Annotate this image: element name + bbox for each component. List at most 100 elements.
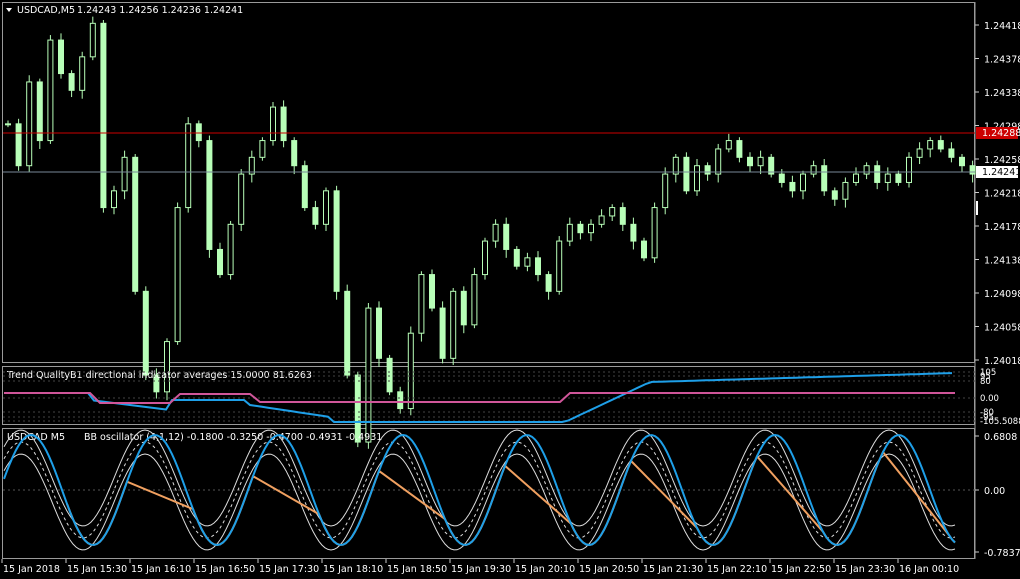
time-tick-label: 15 Jan 22:10 (707, 564, 767, 575)
price-tick-label: 1.24058 (984, 323, 1020, 334)
bb-tick-label: -0.7837 (984, 548, 1020, 559)
candle-body (492, 223, 499, 242)
candle-body (111, 190, 117, 209)
time-tick-label: 15 Jan 23:30 (835, 564, 895, 575)
candle-body (609, 207, 616, 217)
candle-body (683, 156, 690, 192)
candle-body (577, 223, 584, 234)
candle-body (121, 156, 128, 192)
candle-body (15, 123, 22, 167)
bb-upper-band (3, 429, 956, 527)
candle-body (259, 140, 266, 158)
candle-body (344, 290, 351, 376)
ask-price-tag-label: 1.24288 (982, 128, 1020, 139)
candle-body (895, 173, 902, 183)
candle-body (704, 165, 711, 175)
candle-body (757, 156, 764, 167)
candle-body (5, 123, 11, 126)
time-tick-label: 15 Jan 20:10 (515, 564, 575, 575)
candle-body (800, 173, 806, 192)
candle-body (407, 332, 414, 410)
candle-body (270, 106, 276, 142)
candle-body (333, 190, 340, 292)
bb-tick-label: 0.00 (984, 486, 1005, 497)
time-tick-label: 15 Jan 16:10 (131, 564, 191, 575)
candle-body (588, 223, 594, 234)
candle-body (227, 223, 234, 276)
time-tick-label: 15 Jan 17:30 (259, 564, 319, 575)
price-tick-label: 1.24218 (984, 189, 1020, 200)
price-tick-label: 1.24418 (984, 21, 1020, 32)
candle-body (524, 257, 531, 267)
candle-body (439, 307, 446, 359)
time-tick-label: 15 Jan 22:50 (771, 564, 831, 575)
candle-body (906, 156, 912, 183)
candle-body (26, 81, 33, 167)
candle-body (810, 165, 817, 175)
trading-chart[interactable]: USDCAD,M5 1.24243 1.24256 1.24236 1.2424… (0, 0, 1020, 579)
bid-price-tag-label: 1.24241 (982, 167, 1020, 178)
trend-level-label: 0.00 (980, 394, 999, 404)
ohlc-values: 1.24243 1.24256 1.24236 1.24241 (77, 5, 243, 16)
candle-body (619, 207, 626, 225)
time-tick-label: 16 Jan 00:10 (899, 564, 959, 575)
candle-body (630, 223, 637, 242)
bb-tick-label: 0.6808 (984, 432, 1017, 443)
candle-body (482, 240, 488, 276)
candle-body (694, 165, 700, 192)
time-axis: 15 Jan 2018 15 Jan 15:30 15 Jan 16:10 15 Ja… (1, 559, 959, 575)
time-tick-label: 15 Jan 15:30 (67, 564, 127, 575)
time-tick-label: 15 Jan 18:10 (323, 564, 383, 575)
candle-body (959, 156, 965, 167)
candle-body (238, 173, 245, 225)
candle-body (47, 39, 54, 142)
candle-body (503, 223, 510, 250)
candle-body (323, 190, 329, 225)
scroll-marker[interactable] (976, 201, 978, 215)
candle-body (874, 165, 881, 183)
price-tick-label: 1.24098 (984, 289, 1020, 300)
candle-body (450, 290, 457, 359)
candle-body (842, 181, 849, 200)
candle-body (884, 173, 891, 183)
trend-level-label: 80 (980, 377, 991, 387)
price-tick-label: 1.24018 (984, 356, 1020, 367)
candle-body (195, 123, 202, 142)
candle-body (725, 140, 732, 150)
candle-body (429, 274, 435, 309)
candle-body (185, 123, 192, 209)
trend-level-label: -105.5088 (980, 417, 1020, 427)
candle-body (513, 248, 520, 267)
candle-body (641, 240, 647, 259)
time-tick-label: 15 Jan 2018 (3, 564, 60, 575)
candle-body (100, 22, 107, 209)
candle-body (280, 106, 287, 142)
candlestick-series (5, 16, 976, 449)
candle-body (460, 290, 467, 326)
candle-body (662, 173, 669, 209)
candle-body (217, 248, 223, 276)
candle-body (778, 173, 785, 183)
price-tick-label: 1.24378 (984, 55, 1020, 66)
candle-body (68, 73, 75, 91)
candle-body (58, 39, 64, 75)
candle-body (36, 81, 43, 142)
bb-axis: 0.6808 0.00 -0.7837 (975, 432, 1020, 559)
time-tick-label: 15 Jan 21:30 (643, 564, 703, 575)
candle-body (556, 240, 563, 292)
time-tick-label: 15 Jan 19:30 (451, 564, 511, 575)
candle-body (132, 156, 139, 292)
trend-quality-subtitle: B1 directional indicator averages 15.000… (70, 370, 312, 381)
price-tick-label: 1.24338 (984, 88, 1020, 99)
symbol-label: USDCAD,M5 (17, 5, 75, 16)
candle-body (863, 165, 870, 175)
candle-body (651, 207, 658, 259)
candle-body (471, 274, 478, 326)
candle-body (969, 165, 976, 175)
time-tick-label: 15 Jan 20:50 (579, 564, 639, 575)
price-tick-label: 1.24178 (984, 222, 1020, 233)
candle-body (937, 140, 944, 150)
candle-body (545, 274, 552, 292)
candle-body (376, 307, 382, 359)
chart-menu-arrow-icon[interactable] (6, 8, 12, 12)
